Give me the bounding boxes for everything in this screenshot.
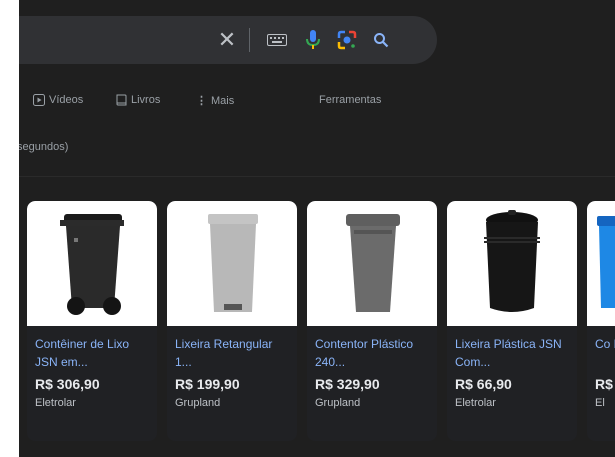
keyboard-icon[interactable] [265,16,289,64]
results-page: ✕ Vídeos Livros ⋮ Mais Ferramentas segun… [19,0,615,457]
tab-tools-label: Ferramentas [319,94,382,106]
product-card[interactable]: Lixeira Plástica JSN Com... R$ 66,90 Ele… [447,201,577,441]
product-title[interactable]: Co Lix... [595,335,615,371]
tab-tools[interactable]: Ferramentas [319,94,381,106]
video-icon [33,94,45,106]
more-vert-icon: ⋮ [196,95,207,107]
product-carousel: Contêiner de Lixo JSN em... R$ 306,90 El… [27,201,615,441]
product-image[interactable] [447,201,577,326]
tab-videos-label: Vídeos [49,94,84,106]
tab-videos[interactable]: Vídeos [33,94,83,106]
product-price: R$ [595,376,613,392]
tab-more-label: Mais [211,94,235,107]
product-image[interactable] [167,201,297,326]
product-title[interactable]: Lixeira Retangular 1... [175,335,291,371]
product-card[interactable]: Contêiner de Lixo JSN em... R$ 306,90 El… [27,201,157,441]
product-price: R$ 66,90 [455,376,512,392]
mic-icon[interactable] [301,16,325,64]
product-card[interactable]: Contentor Plástico 240... R$ 329,90 Grup… [307,201,437,441]
tab-books-label: Livros [131,94,161,106]
search-bar[interactable]: ✕ [19,16,437,64]
lens-icon[interactable] [335,16,359,64]
product-price: R$ 306,90 [35,376,100,392]
product-image[interactable] [587,201,615,326]
tab-books[interactable]: Livros [116,94,160,106]
product-card[interactable]: Lixeira Retangular 1... R$ 199,90 Grupla… [167,201,297,441]
product-store: Grupland [175,397,221,409]
product-title[interactable]: Lixeira Plástica JSN Com... [455,335,571,371]
product-card[interactable]: Co Lix... R$ El [587,201,615,441]
product-store: El [595,397,605,409]
product-store: Eletrolar [35,397,76,409]
product-store: Grupland [315,397,361,409]
close-icon[interactable]: ✕ [215,16,239,64]
product-store: Eletrolar [455,397,496,409]
tab-more[interactable]: ⋮ Mais [196,94,235,108]
product-image[interactable] [307,201,437,326]
product-image[interactable] [27,201,157,326]
product-title[interactable]: Contêiner de Lixo JSN em... [35,335,151,371]
search-bar-divider [249,28,250,52]
product-price: R$ 329,90 [315,376,380,392]
product-title[interactable]: Contentor Plástico 240... [315,335,431,371]
search-icon[interactable] [369,16,393,64]
product-price: R$ 199,90 [175,376,240,392]
divider [19,176,615,177]
book-icon [116,94,127,106]
result-stats: segundos) [19,141,69,153]
